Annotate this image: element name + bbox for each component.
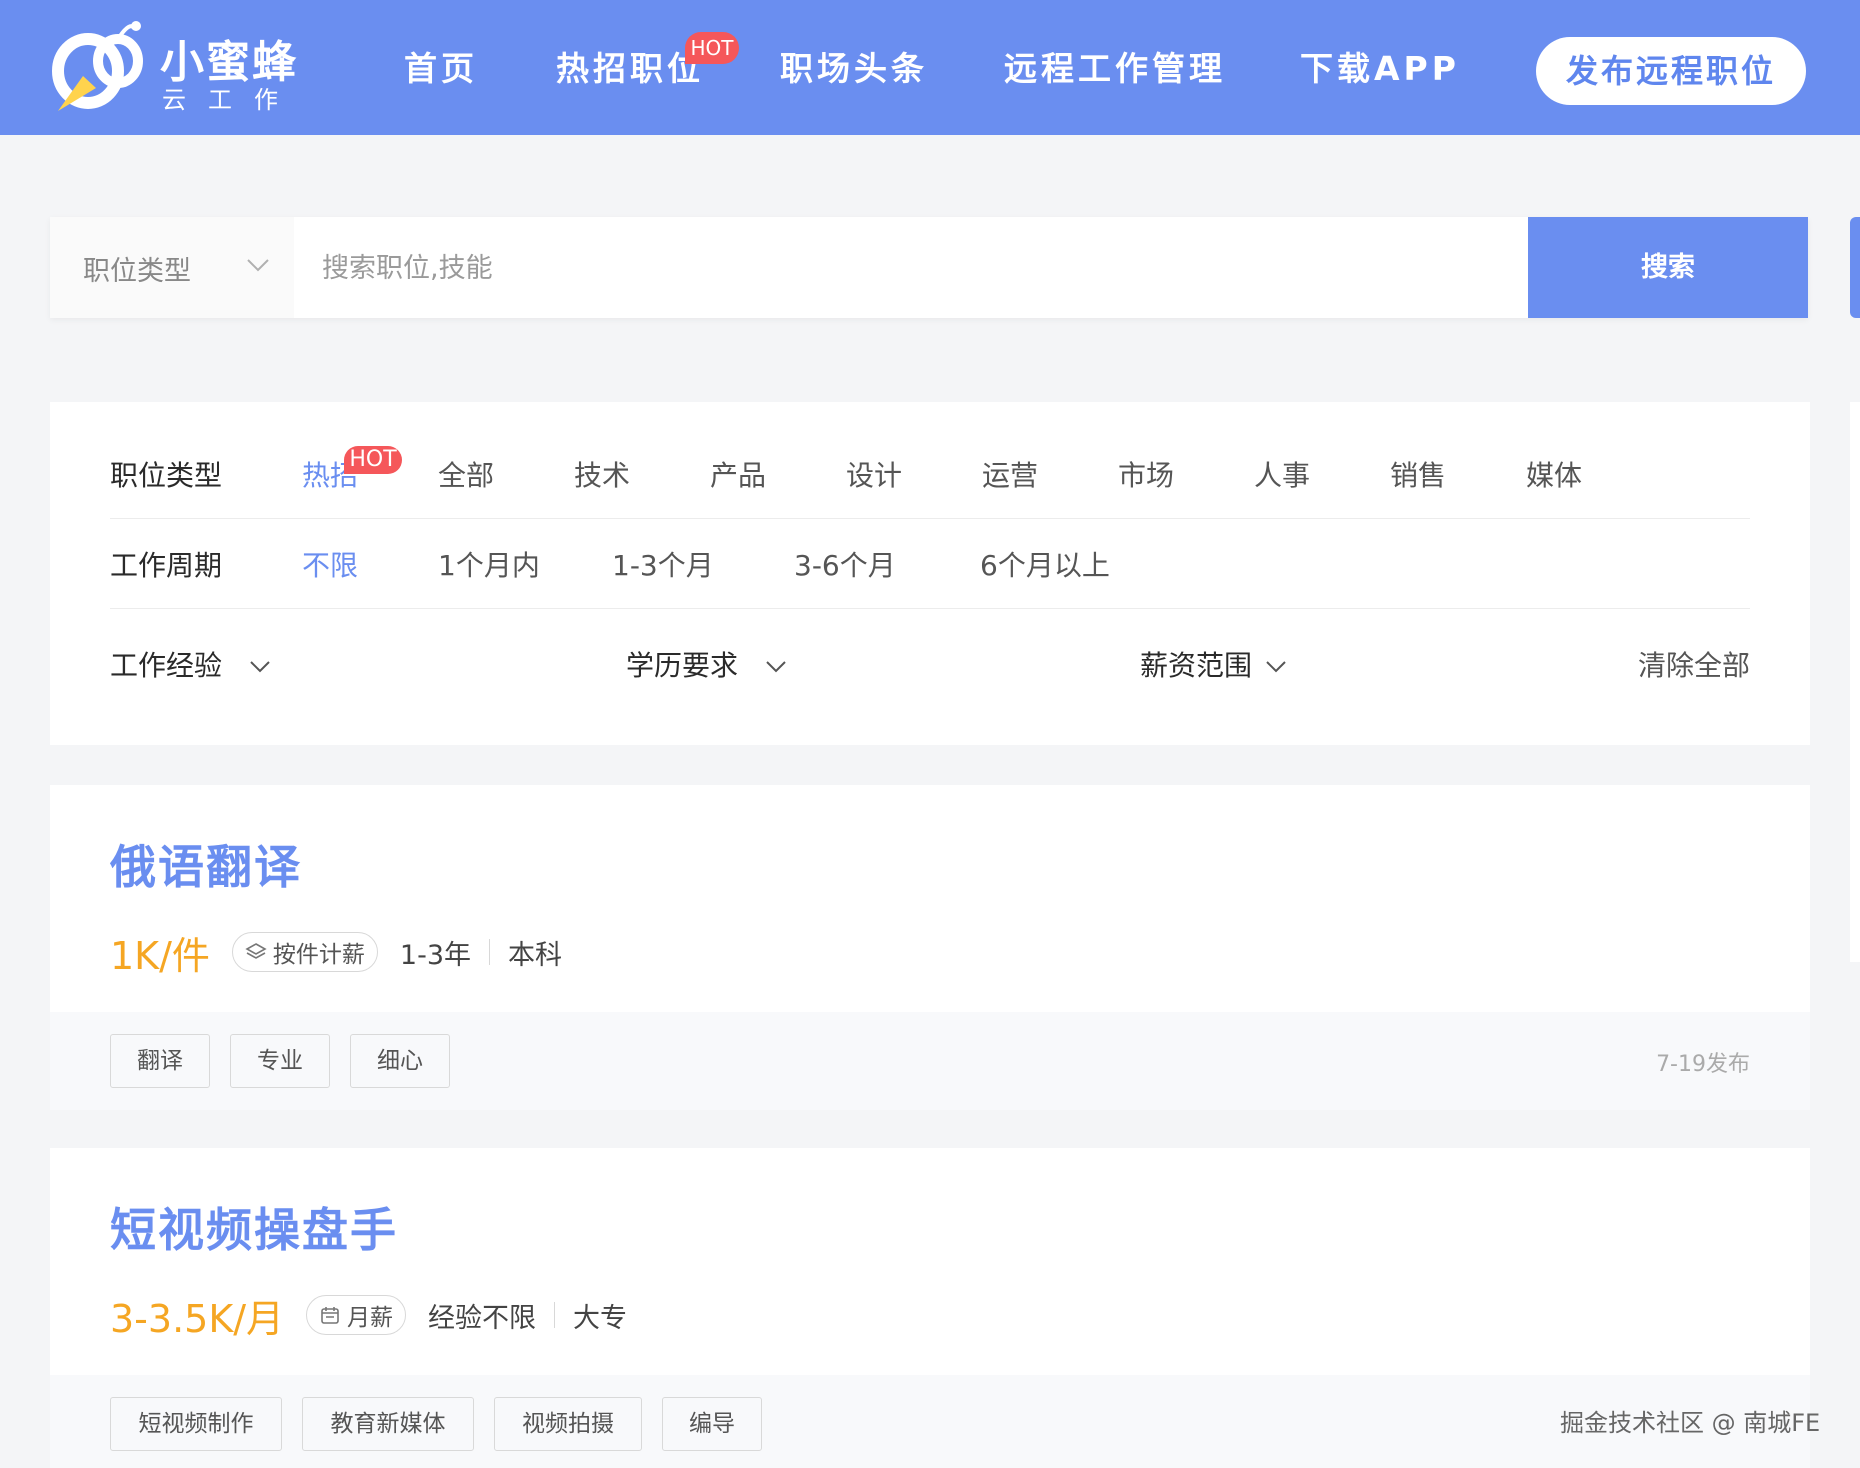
period-option-6-plus-months[interactable]: 6个月以上 bbox=[980, 544, 1110, 584]
layers-icon bbox=[245, 943, 267, 959]
clear-all-filters[interactable]: 清除全部 bbox=[1638, 644, 1750, 684]
nav-hot-jobs[interactable]: 热招职位 bbox=[556, 42, 704, 90]
skill-tag: 短视频制作 bbox=[110, 1397, 282, 1451]
side-panel-edge bbox=[1850, 217, 1860, 318]
period-option-1-month[interactable]: 1个月内 bbox=[438, 544, 540, 584]
hot-badge: HOT bbox=[344, 446, 402, 474]
job-type-select[interactable]: 职位类型 bbox=[50, 217, 294, 318]
job-card-footer: 翻译 专业 细心 7-19发布 bbox=[50, 1012, 1810, 1110]
job-type-option-tech[interactable]: 技术 bbox=[574, 454, 630, 494]
pay-type-label: 按件计薪 bbox=[272, 942, 365, 968]
salary-dropdown[interactable]: 薪资范围 bbox=[1140, 644, 1287, 684]
skill-tag: 视频拍摄 bbox=[494, 1397, 642, 1451]
job-type-filter-label: 职位类型 bbox=[110, 459, 223, 492]
job-card[interactable]: 短视频操盘手 3-3.5K/月 月薪 经验不限 大专 短视频制作 教育新媒体 视… bbox=[50, 1148, 1810, 1468]
job-meta: 1K/件 按件计薪 1-3年 本科 bbox=[110, 929, 563, 978]
salary-dropdown-label: 薪资范围 bbox=[1140, 649, 1253, 682]
chevron-down-icon bbox=[250, 661, 270, 673]
skill-tag: 翻译 bbox=[110, 1034, 210, 1088]
education-dropdown[interactable]: 学历要求 bbox=[626, 644, 787, 684]
search-input[interactable] bbox=[322, 243, 1522, 293]
nav-career-news[interactable]: 职场头条 bbox=[780, 42, 928, 90]
meta-divider bbox=[489, 939, 491, 965]
education-dropdown-label: 学历要求 bbox=[626, 649, 739, 682]
skill-tag: 专业 bbox=[230, 1034, 330, 1088]
job-title[interactable]: 俄语翻译 bbox=[110, 831, 302, 897]
period-option-3-6-months[interactable]: 3-6个月 bbox=[794, 544, 896, 584]
job-education: 本科 bbox=[508, 939, 563, 971]
job-card[interactable]: 俄语翻译 1K/件 按件计薪 1-3年 本科 翻译 专业 细心 7-19发布 bbox=[50, 785, 1810, 1110]
bee-logo-icon bbox=[52, 21, 143, 111]
filter-divider bbox=[110, 608, 1750, 609]
pay-type-tag: 按件计薪 bbox=[231, 932, 378, 972]
job-type-option-hr[interactable]: 人事 bbox=[1254, 454, 1310, 494]
search-button[interactable]: 搜索 bbox=[1528, 217, 1808, 318]
skill-tag: 细心 bbox=[350, 1034, 450, 1088]
top-nav-bar: 小蜜蜂 云工作 首页 热招职位 HOT 职场头条 远程工作管理 下载APP 发布… bbox=[0, 0, 1860, 135]
experience-dropdown[interactable]: 工作经验 bbox=[110, 644, 271, 684]
chevron-down-icon bbox=[1266, 661, 1286, 673]
chevron-down-icon bbox=[247, 259, 269, 272]
nav-home[interactable]: 首页 bbox=[404, 42, 478, 90]
publish-remote-job-button[interactable]: 发布远程职位 bbox=[1536, 37, 1806, 105]
watermark: 掘金技术社区 @ 南城FE bbox=[1560, 1409, 1821, 1437]
job-title[interactable]: 短视频操盘手 bbox=[110, 1194, 398, 1260]
period-option-any[interactable]: 不限 bbox=[302, 544, 358, 584]
pay-type-tag: 月薪 bbox=[306, 1295, 407, 1335]
job-experience: 1-3年 bbox=[399, 939, 472, 971]
job-education: 大专 bbox=[573, 1302, 628, 1334]
skill-tag: 编导 bbox=[662, 1397, 762, 1451]
nav-download-app[interactable]: 下载APP bbox=[1300, 42, 1460, 90]
job-salary: 1K/件 bbox=[110, 933, 210, 978]
experience-dropdown-label: 工作经验 bbox=[110, 649, 223, 682]
job-type-select-label: 职位类型 bbox=[83, 256, 191, 287]
job-type-option-product[interactable]: 产品 bbox=[710, 454, 766, 494]
pay-type-label: 月薪 bbox=[347, 1305, 394, 1331]
job-salary: 3-3.5K/月 bbox=[110, 1296, 285, 1341]
chevron-down-icon bbox=[766, 661, 786, 673]
filter-panel: 职位类型 热招 HOT 全部 技术 产品 设计 运营 市场 人事 销售 媒体 工… bbox=[50, 402, 1810, 745]
brand-logo[interactable]: 小蜜蜂 云工作 bbox=[48, 16, 308, 120]
side-card-edge bbox=[1850, 402, 1860, 962]
search-bar: 职位类型 搜索 bbox=[50, 217, 1808, 318]
job-type-option-all[interactable]: 全部 bbox=[438, 454, 494, 494]
job-card-footer: 短视频制作 教育新媒体 视频拍摄 编导 bbox=[50, 1375, 1810, 1468]
period-option-1-3-months[interactable]: 1-3个月 bbox=[612, 544, 714, 584]
calendar-icon bbox=[321, 1307, 339, 1324]
brand-subtitle: 云工作 bbox=[162, 86, 300, 114]
period-filter-label: 工作周期 bbox=[110, 549, 223, 582]
skill-tag: 教育新媒体 bbox=[302, 1397, 474, 1451]
nav-remote-management[interactable]: 远程工作管理 bbox=[1004, 42, 1226, 90]
posted-date: 7-19发布 bbox=[1656, 1052, 1750, 1077]
job-type-option-design[interactable]: 设计 bbox=[846, 454, 902, 494]
job-type-option-sales[interactable]: 销售 bbox=[1390, 454, 1446, 494]
job-type-option-marketing[interactable]: 市场 bbox=[1118, 454, 1174, 494]
job-type-option-media[interactable]: 媒体 bbox=[1526, 454, 1582, 494]
hot-badge: HOT bbox=[685, 32, 739, 64]
job-meta: 3-3.5K/月 月薪 经验不限 大专 bbox=[110, 1292, 628, 1341]
job-type-option-operations[interactable]: 运营 bbox=[982, 454, 1038, 494]
filter-divider bbox=[110, 518, 1750, 519]
meta-divider bbox=[554, 1302, 556, 1328]
job-experience: 经验不限 bbox=[428, 1302, 537, 1334]
